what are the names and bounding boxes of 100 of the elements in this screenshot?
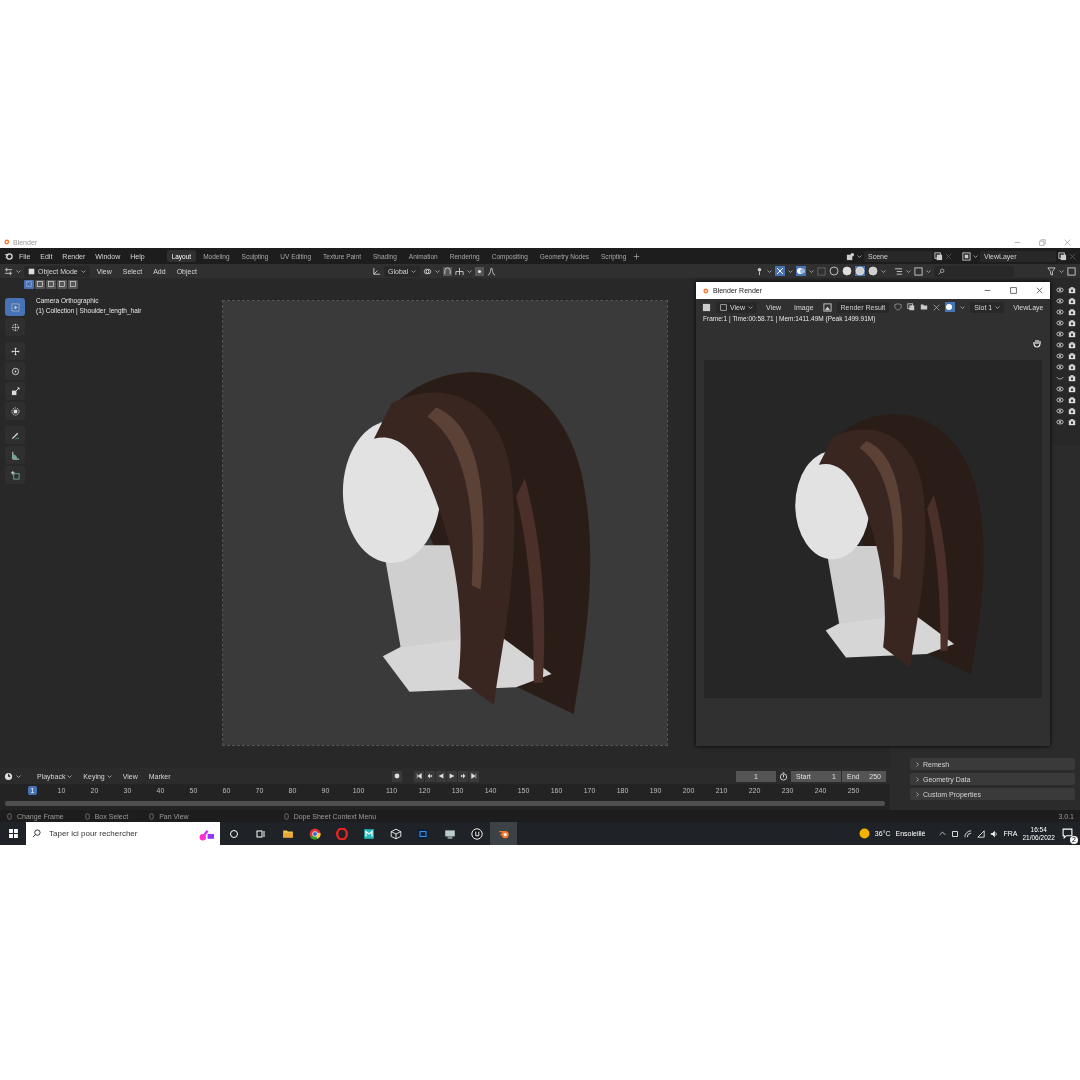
scene-icon[interactable] xyxy=(846,251,855,261)
camera-icon[interactable] xyxy=(1068,385,1076,393)
copy-icon[interactable] xyxy=(1058,251,1067,261)
eye-icon[interactable] xyxy=(1056,330,1064,338)
chevron-down-icon xyxy=(67,773,73,779)
copy-icon[interactable] xyxy=(907,303,916,311)
folder-icon[interactable] xyxy=(920,303,929,311)
eye-icon[interactable] xyxy=(1056,308,1064,316)
eye-icon[interactable] xyxy=(1056,341,1064,349)
copy-icon[interactable] xyxy=(934,251,943,261)
search-field[interactable]: Taper ici pour rechercher xyxy=(47,828,192,839)
axes-icon[interactable] xyxy=(372,266,381,276)
minimize-icon xyxy=(983,287,991,294)
keyframe-forward-icon xyxy=(460,773,466,779)
play-reverse-button[interactable] xyxy=(436,770,446,782)
network-icon[interactable] xyxy=(964,829,973,838)
visibility-icon[interactable] xyxy=(755,266,764,276)
editor-type-icon[interactable] xyxy=(702,302,711,312)
selection-mode-button[interactable] xyxy=(35,279,45,289)
camera-icon[interactable] xyxy=(1068,330,1076,338)
tool-button[interactable] xyxy=(5,342,25,360)
hand-icon[interactable] xyxy=(1032,338,1042,348)
wifi-icon[interactable] xyxy=(977,829,986,838)
clock-icon[interactable] xyxy=(4,771,13,781)
eye-icon[interactable] xyxy=(1056,352,1064,360)
pinwheel-icon xyxy=(308,827,321,840)
new-collection-icon[interactable] xyxy=(1067,266,1076,276)
tool-button[interactable] xyxy=(5,318,25,336)
camera-icon[interactable] xyxy=(1068,396,1076,404)
filter-view-icon[interactable] xyxy=(914,266,923,276)
tool-button[interactable] xyxy=(5,466,25,484)
message-icon xyxy=(1061,828,1073,839)
closed-eye-icon[interactable] xyxy=(1056,374,1064,382)
prev-keyframe-button[interactable] xyxy=(425,770,435,782)
record-button[interactable] xyxy=(392,770,402,782)
selection-mode-button[interactable] xyxy=(57,279,67,289)
eye-icon[interactable] xyxy=(1056,418,1064,426)
camera-icon[interactable] xyxy=(1068,363,1076,371)
close-icon[interactable] xyxy=(933,303,941,311)
monitor-icon xyxy=(443,827,456,840)
layers-icon[interactable] xyxy=(962,251,971,261)
selection-mode-button[interactable] xyxy=(46,279,56,289)
tool-button[interactable] xyxy=(5,362,25,380)
camera-icon[interactable] xyxy=(1068,352,1076,360)
display-mode-icon[interactable] xyxy=(894,266,903,276)
mouse-icon xyxy=(6,812,13,820)
next-keyframe-button[interactable] xyxy=(458,770,468,782)
overlay-icon[interactable] xyxy=(945,302,956,312)
timeline-scrollbar[interactable] xyxy=(5,801,885,806)
eye-icon[interactable] xyxy=(1056,297,1064,305)
filter-icon[interactable] xyxy=(1047,266,1056,276)
pivot-icon[interactable] xyxy=(423,266,433,276)
speaker-icon[interactable] xyxy=(990,829,999,838)
camera-icon[interactable] xyxy=(1068,407,1076,415)
proportional-icon[interactable] xyxy=(475,266,485,276)
keyframe-back-icon xyxy=(427,773,433,779)
stopwatch-icon[interactable] xyxy=(779,771,788,781)
play-button[interactable] xyxy=(447,770,457,782)
selection-mode-button[interactable] xyxy=(68,279,78,289)
tool-button[interactable] xyxy=(5,446,25,464)
grid-icon[interactable] xyxy=(455,266,465,276)
image-browse-icon[interactable] xyxy=(822,302,832,312)
shading-sphere-icon[interactable] xyxy=(868,266,878,276)
tool-button[interactable] xyxy=(5,402,25,420)
crosshair-icon xyxy=(10,322,20,332)
falloff-icon[interactable] xyxy=(487,266,497,276)
eye-icon[interactable] xyxy=(1056,385,1064,393)
camera-icon[interactable] xyxy=(1068,308,1076,316)
chevron-down-icon xyxy=(788,268,793,274)
camera-icon[interactable] xyxy=(1068,297,1076,305)
chevron-up-icon[interactable] xyxy=(939,830,947,837)
chevron-down-icon xyxy=(467,268,473,274)
outliner-search-field[interactable] xyxy=(934,265,1014,277)
cube-icon xyxy=(28,267,35,275)
selection-mode-button[interactable] xyxy=(24,279,34,289)
tool-button[interactable] xyxy=(5,382,25,400)
eye-icon[interactable] xyxy=(1056,363,1064,371)
jump-start-button[interactable] xyxy=(414,770,424,782)
chevron-down-icon xyxy=(435,268,441,274)
chevron-down-icon xyxy=(1059,268,1064,274)
add-icon[interactable] xyxy=(633,252,641,260)
camera-icon[interactable] xyxy=(1068,319,1076,327)
search-box[interactable]: Taper ici pour rechercher xyxy=(26,822,220,845)
camera-icon[interactable] xyxy=(1068,418,1076,426)
chevron-down-icon xyxy=(411,268,417,274)
windows-icon xyxy=(7,828,19,839)
camera-icon[interactable] xyxy=(1068,286,1076,294)
camera-icon[interactable] xyxy=(1068,341,1076,349)
app-logo-icon[interactable] xyxy=(4,251,13,261)
eye-icon[interactable] xyxy=(1056,319,1064,327)
editor-type-icon[interactable] xyxy=(4,266,13,276)
eye-icon[interactable] xyxy=(1056,286,1064,294)
eye-icon[interactable] xyxy=(1056,396,1064,404)
snap-icon[interactable] xyxy=(443,266,453,276)
gizmo-icon[interactable] xyxy=(775,266,785,276)
ruler-icon xyxy=(10,450,20,460)
eye-icon[interactable] xyxy=(1056,407,1064,415)
camera-icon[interactable] xyxy=(1068,374,1076,382)
jump-end-button[interactable] xyxy=(469,770,479,782)
shield-icon[interactable] xyxy=(894,303,903,311)
